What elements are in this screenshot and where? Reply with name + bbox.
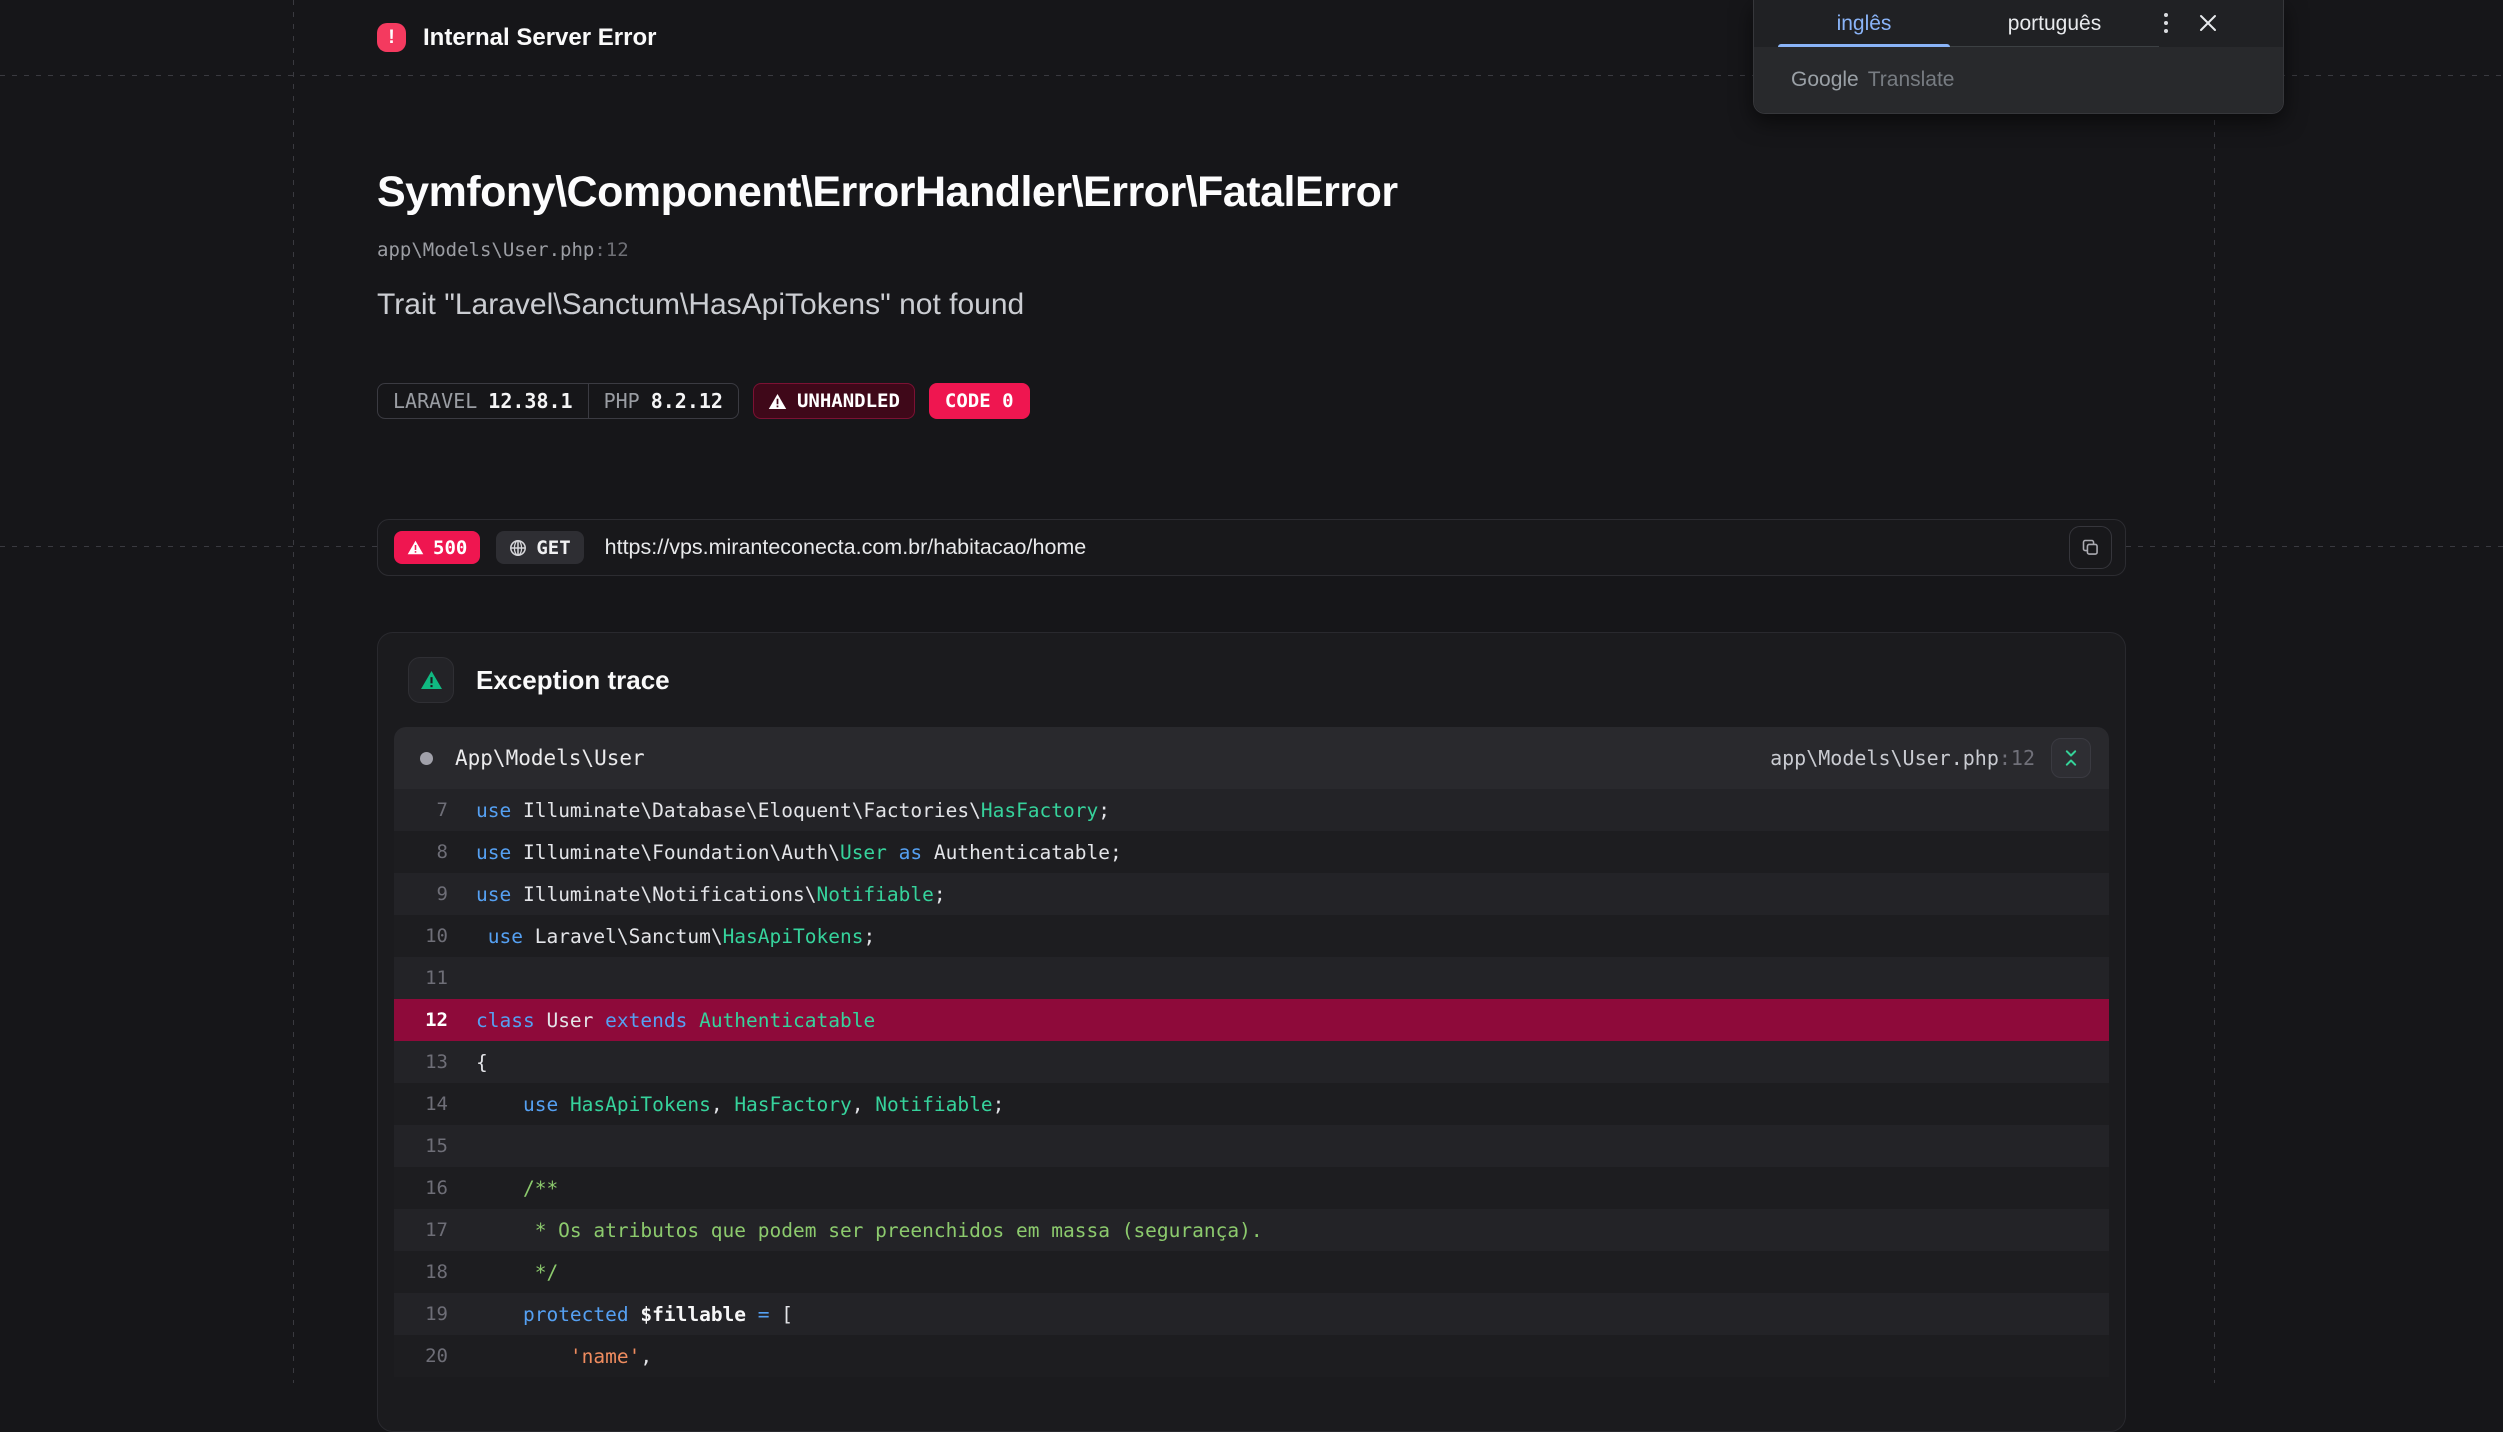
code-text: 'name', bbox=[448, 1345, 652, 1368]
line-number: 8 bbox=[394, 841, 448, 863]
globe-icon bbox=[509, 539, 527, 557]
code-line-13: 13{ bbox=[394, 1041, 2109, 1083]
line-number: 14 bbox=[394, 1093, 448, 1115]
exception-message: Trait "Laravel\Sanctum\HasApiTokens" not… bbox=[377, 288, 1024, 322]
tab-portugues[interactable]: português bbox=[1950, 0, 2159, 47]
code-text: protected $fillable = [ bbox=[448, 1303, 793, 1326]
error-code-label: CODE 0 bbox=[945, 390, 1014, 412]
frame-class-name: App\Models\User bbox=[455, 746, 645, 770]
unhandled-badge: UNHANDLED bbox=[753, 383, 915, 419]
exception-class-title: Symfony\Component\ErrorHandler\Error\Fat… bbox=[377, 168, 1398, 217]
line-number: 19 bbox=[394, 1303, 448, 1325]
frame-file-path: app\Models\User.php bbox=[1770, 746, 1999, 770]
tab-ingles[interactable]: inglês bbox=[1778, 0, 1950, 47]
translate-popup-body: Google Translate bbox=[1754, 47, 2283, 113]
exception-trace-card: Exception trace App\Models\User app\Mode… bbox=[377, 632, 2126, 1432]
code-text: /** bbox=[448, 1177, 558, 1200]
frame-file-line: :12 bbox=[1999, 746, 2035, 770]
line-number: 15 bbox=[394, 1135, 448, 1157]
stack-frame: App\Models\User app\Models\User.php:12 7… bbox=[394, 727, 2109, 1377]
translate-brand-label: Translate bbox=[1868, 68, 1955, 92]
file-line: :12 bbox=[594, 239, 628, 261]
dashed-guide-horizontal-mid-right bbox=[2126, 546, 2503, 547]
code-line-12: 12class User extends Authenticatable bbox=[394, 999, 2109, 1041]
code-line-9: 9use Illuminate\Notifications\Notifiable… bbox=[394, 873, 2109, 915]
error-code-badge: CODE 0 bbox=[929, 383, 1030, 419]
code-line-11: 11 bbox=[394, 957, 2109, 999]
laravel-label: LARAVEL bbox=[393, 389, 477, 413]
frame-bullet-icon bbox=[420, 752, 433, 765]
exception-trace-header: Exception trace bbox=[378, 633, 2125, 727]
collapse-frame-button[interactable] bbox=[2051, 738, 2091, 778]
http-status-badge: 500 bbox=[394, 531, 480, 564]
code-line-16: 16 /** bbox=[394, 1167, 2109, 1209]
laravel-version: 12.38.1 bbox=[488, 389, 572, 413]
code-text: class User extends Authenticatable bbox=[448, 1009, 875, 1032]
copy-url-button[interactable] bbox=[2069, 526, 2112, 569]
dashed-guide-horizontal-mid-left bbox=[0, 546, 377, 547]
code-line-8: 8use Illuminate\Foundation\Auth\User as … bbox=[394, 831, 2109, 873]
code-text: use Illuminate\Notifications\Notifiable; bbox=[448, 883, 946, 906]
code-line-10: 10 use Laravel\Sanctum\HasApiTokens; bbox=[394, 915, 2109, 957]
code-text: use Illuminate\Database\Eloquent\Factori… bbox=[448, 799, 1110, 822]
http-method-badge: GET bbox=[496, 531, 583, 564]
file-path: app\Models\User.php bbox=[377, 239, 594, 261]
warning-triangle-icon bbox=[407, 540, 424, 555]
warning-triangle-icon bbox=[768, 393, 787, 410]
code-text: * Os atributos que podem ser preenchidos… bbox=[448, 1219, 1263, 1242]
kebab-menu-icon[interactable] bbox=[2152, 9, 2180, 37]
line-number: 20 bbox=[394, 1345, 448, 1367]
error-page: { "topbar": { "alert_glyph": "!", "title… bbox=[0, 0, 2503, 1383]
line-number: 18 bbox=[394, 1261, 448, 1283]
code-text: use Illuminate\Foundation\Auth\User as A… bbox=[448, 841, 1122, 864]
trace-section-title: Exception trace bbox=[476, 665, 670, 696]
code-text: use HasApiTokens, HasFactory, Notifiable… bbox=[448, 1093, 1004, 1116]
trace-warning-icon bbox=[408, 657, 454, 703]
google-brand-label: Google bbox=[1791, 68, 1859, 92]
error-content: Symfony\Component\ErrorHandler\Error\Fat… bbox=[377, 0, 2126, 1383]
line-number: 17 bbox=[394, 1219, 448, 1241]
http-method-label: GET bbox=[536, 537, 570, 559]
line-number: 16 bbox=[394, 1177, 448, 1199]
unhandled-label: UNHANDLED bbox=[797, 390, 900, 412]
line-number: 7 bbox=[394, 799, 448, 821]
code-line-7: 7use Illuminate\Database\Eloquent\Factor… bbox=[394, 789, 2109, 831]
google-translate-popup: inglês português Google Translate bbox=[1753, 0, 2284, 114]
request-summary-bar: 500 GET https://vps.miranteconecta.com.b… bbox=[377, 519, 2126, 576]
line-number: 10 bbox=[394, 925, 448, 947]
code-text: { bbox=[448, 1051, 488, 1074]
laravel-version-segment: LARAVEL 12.38.1 bbox=[378, 384, 588, 418]
close-icon[interactable] bbox=[2194, 9, 2222, 37]
version-pill: LARAVEL 12.38.1 PHP 8.2.12 bbox=[377, 383, 739, 419]
dashed-guide-vertical-left bbox=[293, 0, 294, 1383]
code-text: */ bbox=[448, 1261, 558, 1284]
code-rows: 7use Illuminate\Database\Eloquent\Factor… bbox=[394, 789, 2109, 1377]
code-line-15: 15 bbox=[394, 1125, 2109, 1167]
http-status-code: 500 bbox=[433, 537, 467, 559]
line-number: 9 bbox=[394, 883, 448, 905]
copy-icon bbox=[2080, 537, 2101, 558]
php-label: PHP bbox=[604, 389, 640, 413]
php-version-segment: PHP 8.2.12 bbox=[588, 384, 738, 418]
stack-frame-header[interactable]: App\Models\User app\Models\User.php:12 bbox=[394, 727, 2109, 789]
line-number: 11 bbox=[394, 967, 448, 989]
environment-badges: LARAVEL 12.38.1 PHP 8.2.12 UNHANDLED COD… bbox=[377, 383, 1030, 419]
collapse-icon bbox=[2061, 748, 2081, 768]
request-url: https://vps.miranteconecta.com.br/habita… bbox=[605, 535, 1087, 560]
code-line-18: 18 */ bbox=[394, 1251, 2109, 1293]
exception-file-reference: app\Models\User.php:12 bbox=[377, 239, 629, 261]
code-line-20: 20 'name', bbox=[394, 1335, 2109, 1377]
frame-header-right: app\Models\User.php:12 bbox=[1770, 738, 2091, 778]
code-line-14: 14 use HasApiTokens, HasFactory, Notifia… bbox=[394, 1083, 2109, 1125]
line-number: 12 bbox=[394, 1009, 448, 1031]
translate-tab-bar: inglês português bbox=[1754, 0, 2283, 47]
code-line-17: 17 * Os atributos que podem ser preenchi… bbox=[394, 1209, 2109, 1251]
dashed-guide-vertical-right bbox=[2214, 0, 2215, 1383]
frame-file-reference: app\Models\User.php:12 bbox=[1770, 746, 2035, 770]
code-text: use Laravel\Sanctum\HasApiTokens; bbox=[448, 925, 875, 948]
code-line-19: 19 protected $fillable = [ bbox=[394, 1293, 2109, 1335]
line-number: 13 bbox=[394, 1051, 448, 1073]
php-version: 8.2.12 bbox=[651, 389, 723, 413]
